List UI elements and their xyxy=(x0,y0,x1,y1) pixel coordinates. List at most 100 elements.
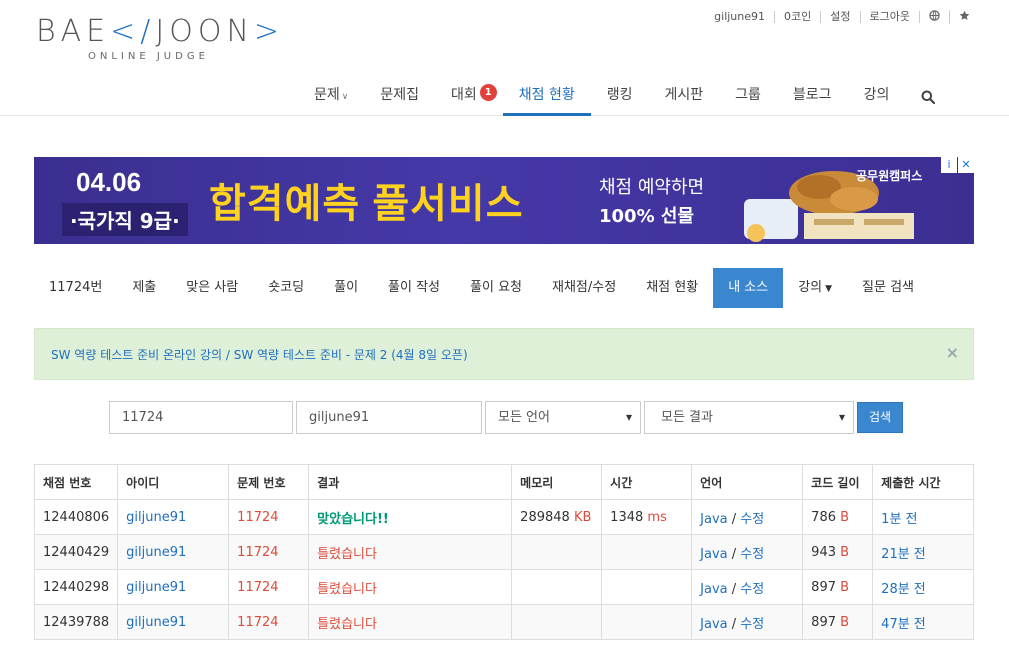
col-memory: 메모리 xyxy=(511,464,603,500)
cell-language: Java / 수정 xyxy=(691,499,804,535)
banner-headline: 합격예측 풀서비스 xyxy=(209,182,524,226)
site-logo[interactable]: BAE</JOON> ONLINE JUDGE xyxy=(36,14,286,64)
alert-link-problem[interactable]: SW 역량 테스트 준비 - 문제 2 (4월 8일 오픈) xyxy=(234,348,468,362)
cell-language: Java / 수정 xyxy=(691,569,804,605)
nav-group[interactable]: 그룹 xyxy=(719,78,777,116)
main-nav: 문제 ∨ 문제집 대회 1 채점 현황 랭킹 게시판 그룹 블로그 강의 xyxy=(298,78,951,116)
banner-exam: ·국가직 9급· xyxy=(62,203,188,236)
cell-submitted-link[interactable]: 47분 전 xyxy=(881,617,926,632)
pmenu-status[interactable]: 채점 현황 xyxy=(631,268,713,308)
ad-choice-icons: i ✕ xyxy=(940,157,974,173)
cell-memory: 289848 KB xyxy=(511,499,603,535)
cell-time xyxy=(601,604,693,640)
col-user: 아이디 xyxy=(117,464,230,500)
pmenu-my-source[interactable]: 내 소스 xyxy=(713,268,784,308)
col-submitted-at: 제출한 시간 xyxy=(872,464,974,500)
pmenu-problem[interactable]: 11724번 xyxy=(34,268,117,308)
topbar-settings[interactable]: 설정 xyxy=(821,11,861,23)
problem-menu: 11724번 제출 맞은 사람 숏코딩 풀이 풀이 작성 풀이 요청 재채점/수… xyxy=(34,268,929,308)
cell-problem-link[interactable]: 11724 xyxy=(237,580,278,595)
cell-language-link[interactable]: Java xyxy=(700,582,727,597)
pmenu-solution[interactable]: 풀이 xyxy=(319,268,373,308)
nav-workbook[interactable]: 문제집 xyxy=(364,78,435,116)
nav-blog[interactable]: 블로그 xyxy=(777,78,848,116)
cell-language-link[interactable]: Java xyxy=(700,547,727,562)
cell-code-length: 943 B xyxy=(802,534,874,570)
cell-submitted-link[interactable]: 21분 전 xyxy=(881,547,926,562)
banner-brand: 공무원캠퍼스 xyxy=(856,169,923,183)
nav-status[interactable]: 채점 현황 xyxy=(502,78,591,116)
user-topbar: giljune91 0코인 설정 로그아웃 xyxy=(705,10,979,24)
alert-link-course[interactable]: SW 역량 테스트 준비 온라인 강의 xyxy=(51,348,222,362)
cell-edit-link[interactable]: 수정 xyxy=(740,547,764,562)
pmenu-lecture[interactable]: 강의 ▼ xyxy=(783,268,847,308)
topbar-username[interactable]: giljune91 xyxy=(705,11,776,23)
cell-user-link[interactable]: giljune91 xyxy=(126,545,186,560)
banner-sub1: 채점 예약하면 xyxy=(599,177,705,198)
info-icon[interactable]: i xyxy=(941,157,957,173)
cell-problem-link[interactable]: 11724 xyxy=(237,510,278,525)
contest-badge: 1 xyxy=(479,84,497,101)
pmenu-qna[interactable]: 질문 검색 xyxy=(847,268,929,308)
cell-problem-link[interactable]: 11724 xyxy=(237,615,278,630)
banner-illustration xyxy=(744,171,914,242)
star-icon[interactable] xyxy=(950,10,979,24)
cell-result: 맞았습니다!! xyxy=(317,511,389,527)
nav-problems[interactable]: 문제 ∨ xyxy=(298,78,364,116)
cell-submitted-link[interactable]: 28분 전 xyxy=(881,582,926,597)
language-select[interactable]: 모든 언어 xyxy=(485,401,641,434)
cell-result: 틀렸습니다 xyxy=(317,546,377,562)
chevron-down-icon: ∨ xyxy=(341,92,349,102)
globe-icon[interactable] xyxy=(920,10,950,24)
cell-code-length: 897 B xyxy=(802,604,874,640)
cell-edit-link[interactable]: 수정 xyxy=(740,582,764,597)
cell-result: 틀렸습니다 xyxy=(317,581,377,597)
logo-wordmark: BAE</JOON> xyxy=(36,14,285,49)
table-row: 12440429 giljune91 11724 틀렸습니다 Java / 수정… xyxy=(33,534,974,570)
col-language: 언어 xyxy=(691,464,804,500)
alert-message: SW 역량 테스트 준비 온라인 강의 / SW 역량 테스트 준비 - 문제 … xyxy=(51,348,468,362)
table-row: 12439788 giljune91 11724 틀렸습니다 Java / 수정… xyxy=(33,604,974,640)
pmenu-short[interactable]: 숏코딩 xyxy=(253,268,319,308)
col-result: 결과 xyxy=(308,464,513,500)
cell-user-link[interactable]: giljune91 xyxy=(126,615,186,630)
search-icon[interactable] xyxy=(905,78,951,116)
cell-edit-link[interactable]: 수정 xyxy=(740,617,764,632)
result-select[interactable]: 모든 결과 xyxy=(644,401,854,434)
cell-submission-id: 12439788 xyxy=(33,604,119,640)
user-id-input[interactable]: giljune91 xyxy=(296,401,482,434)
nav-ranking[interactable]: 랭킹 xyxy=(591,78,649,116)
cell-language: Java / 수정 xyxy=(691,604,804,640)
cell-submitted-link[interactable]: 1분 전 xyxy=(881,512,917,527)
site-header: BAE</JOON> ONLINE JUDGE giljune91 0코인 설정… xyxy=(0,0,1009,116)
cell-memory xyxy=(511,604,603,640)
nav-lecture[interactable]: 강의 xyxy=(848,78,906,116)
status-filter: 11724 giljune91 모든 언어 모든 결과 검색 xyxy=(109,401,904,434)
alert-close-button[interactable]: × xyxy=(946,343,959,362)
pmenu-solvers[interactable]: 맞은 사람 xyxy=(171,268,253,308)
problem-id-input[interactable]: 11724 xyxy=(109,401,293,434)
table-header-row: 채점 번호 아이디 문제 번호 결과 메모리 시간 언어 코드 길이 제출한 시… xyxy=(33,464,974,500)
topbar-coins[interactable]: 0코인 xyxy=(775,11,822,23)
cell-memory xyxy=(511,534,603,570)
pmenu-request-solution[interactable]: 풀이 요청 xyxy=(455,268,537,308)
nav-board[interactable]: 게시판 xyxy=(649,78,720,116)
pmenu-write-solution[interactable]: 풀이 작성 xyxy=(373,268,455,308)
cell-user-link[interactable]: giljune91 xyxy=(126,510,186,525)
search-button[interactable]: 검색 xyxy=(857,402,904,433)
cell-language-link[interactable]: Java xyxy=(700,512,727,527)
ad-banner[interactable]: 04.06 ·국가직 9급· 합격예측 풀서비스 채점 예약하면 100% 선물… xyxy=(34,157,974,244)
pmenu-rejudge[interactable]: 재채점/수정 xyxy=(537,268,631,308)
cell-language: Java / 수정 xyxy=(691,534,804,570)
cell-code-length: 786 B xyxy=(802,499,874,535)
cell-problem-link[interactable]: 11724 xyxy=(237,545,278,560)
topbar-logout[interactable]: 로그아웃 xyxy=(861,11,920,23)
close-icon[interactable]: ✕ xyxy=(958,157,974,173)
cell-language-link[interactable]: Java xyxy=(700,617,727,632)
cell-user-link[interactable]: giljune91 xyxy=(126,580,186,595)
pmenu-submit[interactable]: 제출 xyxy=(117,268,171,308)
cell-edit-link[interactable]: 수정 xyxy=(740,512,764,527)
nav-contest[interactable]: 대회 1 xyxy=(435,78,503,116)
cell-code-length: 897 B xyxy=(802,569,874,605)
col-submission-id: 채점 번호 xyxy=(33,464,119,500)
